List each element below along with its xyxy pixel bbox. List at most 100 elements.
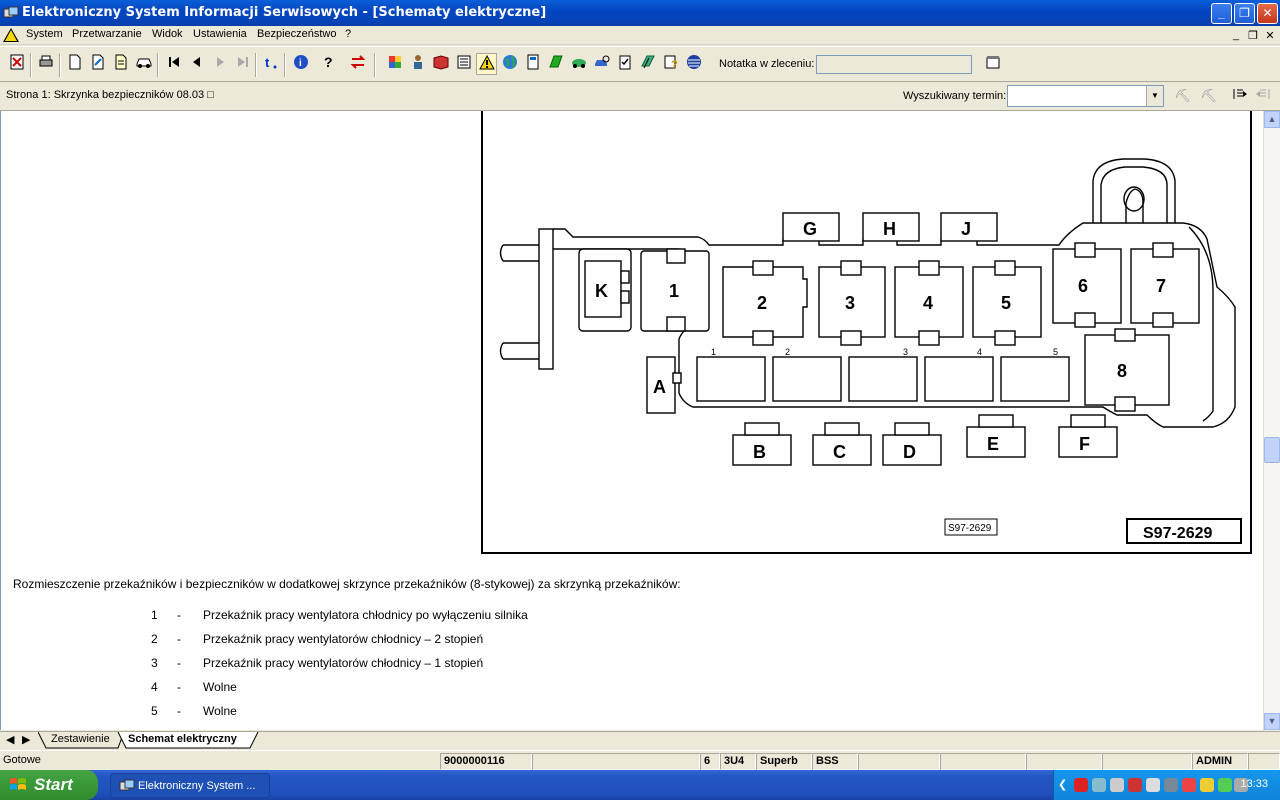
- car-search-icon[interactable]: [591, 53, 612, 75]
- menu-bar: System Przetwarzanie Widok Ustawienia Be…: [0, 26, 1280, 45]
- first-page-icon[interactable]: [163, 53, 184, 75]
- list-item-number: 5: [151, 704, 158, 718]
- menu-widok[interactable]: Widok: [152, 28, 183, 40]
- network-icon[interactable]: [1092, 778, 1106, 792]
- tray-app-icon[interactable]: [1146, 778, 1160, 792]
- signal-icon[interactable]: [1218, 778, 1232, 792]
- car-green-icon[interactable]: [568, 53, 589, 75]
- vehicle-icon[interactable]: [133, 53, 154, 75]
- windows-logo-icon: [10, 778, 26, 790]
- svg-text:t: t: [265, 55, 270, 70]
- relay-4-label: 4: [923, 293, 933, 313]
- order-note-label: Notatka w zleceniu:: [719, 58, 815, 70]
- sync-icon[interactable]: [1164, 778, 1178, 792]
- tree-icon[interactable]: t: [260, 53, 281, 75]
- mdi-close-button[interactable]: ✕: [1262, 29, 1278, 42]
- tab-scroll-left-icon[interactable]: ◀: [6, 733, 14, 746]
- tab-scroll-right-icon[interactable]: ▶: [22, 733, 30, 746]
- book-icon[interactable]: [430, 53, 451, 75]
- toolbar-separator: [157, 53, 159, 77]
- list-item-dash: -: [177, 608, 181, 622]
- relay-6-label: 6: [1078, 276, 1088, 296]
- info-icon[interactable]: i: [290, 53, 311, 75]
- warning-toggle-icon[interactable]: [476, 53, 497, 75]
- search-back-icon[interactable]: ⛏: [1172, 85, 1193, 107]
- svg-text:?: ?: [671, 59, 678, 71]
- tab-schemat-elektryczny[interactable]: Schemat elektryczny: [128, 733, 237, 745]
- relay-8-label: 8: [1117, 361, 1127, 381]
- new-document-icon[interactable]: [64, 53, 85, 75]
- tray-expand-icon[interactable]: ❮: [1058, 778, 1072, 792]
- document-list-icon[interactable]: [110, 53, 131, 75]
- relay-7-label: 7: [1156, 276, 1166, 296]
- last-page-icon[interactable]: [232, 53, 253, 75]
- previous-page-icon[interactable]: [186, 53, 207, 75]
- ati-icon[interactable]: [1074, 778, 1088, 792]
- window-title: Elektroniczny System Informacji Serwisow…: [22, 5, 547, 20]
- prev-match-icon[interactable]: [1229, 85, 1250, 107]
- print-icon[interactable]: [35, 53, 56, 75]
- documents-icon[interactable]: [637, 53, 658, 75]
- globe-icon[interactable]: [499, 53, 520, 75]
- svg-text:i: i: [299, 58, 302, 69]
- connector-a-label: A: [653, 377, 666, 397]
- switch-icon[interactable]: [347, 53, 368, 75]
- modules-icon[interactable]: [384, 53, 405, 75]
- toolbar-separator: [30, 53, 32, 77]
- scroll-up-icon[interactable]: ▲: [1264, 111, 1280, 128]
- next-page-icon[interactable]: [209, 53, 230, 75]
- no-icon[interactable]: [1182, 778, 1196, 792]
- help-icon[interactable]: ?: [318, 53, 339, 75]
- connector-e-label: E: [987, 434, 999, 454]
- scroll-thumb[interactable]: [1264, 437, 1280, 463]
- question-doc-icon[interactable]: ?: [660, 53, 681, 75]
- next-match-icon[interactable]: [1252, 85, 1273, 107]
- mechanic-icon[interactable]: [407, 53, 428, 75]
- maximize-button[interactable]: ❐: [1234, 3, 1255, 24]
- list-item-text: Przekaźnik pracy wentylatorów chłodnicy …: [203, 656, 484, 670]
- menu-help[interactable]: ?: [345, 28, 351, 40]
- tab-zestawienie[interactable]: Zestawienie: [51, 733, 110, 745]
- search-forward-icon[interactable]: ⛏: [1198, 85, 1219, 107]
- close-button[interactable]: ✕: [1257, 3, 1278, 24]
- note-edit-icon[interactable]: [982, 53, 1003, 75]
- clock-tray-icon[interactable]: [1200, 778, 1214, 792]
- chevron-down-icon[interactable]: ▼: [1146, 86, 1163, 106]
- menu-ustawienia[interactable]: Ustawienia: [193, 28, 247, 40]
- usb-icon[interactable]: [1110, 778, 1124, 792]
- list-item-dash: -: [177, 704, 181, 718]
- search-term-label: Wyszukiwany termin:: [903, 90, 1007, 102]
- start-button[interactable]: Start: [0, 770, 98, 800]
- search-term-combobox[interactable]: ▼: [1007, 85, 1164, 107]
- exit-icon[interactable]: [6, 53, 27, 75]
- order-note-field[interactable]: [816, 55, 972, 74]
- mdi-restore-button[interactable]: ❐: [1245, 29, 1261, 42]
- layers-icon[interactable]: [683, 53, 704, 75]
- mdi-minimize-button[interactable]: _: [1228, 29, 1244, 41]
- list-item-number: 2: [151, 632, 158, 646]
- clock: 13:33: [1240, 778, 1268, 790]
- status-field-2: 3U4: [720, 753, 756, 770]
- toolbar-separator: [59, 53, 61, 77]
- document-view[interactable]: K G H J 1 2 3 4 5 6 7 8 A 1 2 3 4 5 B C …: [0, 111, 1263, 730]
- relay-5-label: 5: [1001, 293, 1011, 313]
- menu-system[interactable]: System: [26, 28, 63, 40]
- menu-bezpieczenstwo[interactable]: Bezpieczeństwo: [257, 28, 337, 40]
- scroll-down-icon[interactable]: ▼: [1264, 713, 1280, 730]
- shield-icon[interactable]: [1128, 778, 1142, 792]
- list-item-number: 3: [151, 656, 158, 670]
- vertical-scrollbar[interactable]: ▲ ▼: [1263, 111, 1280, 731]
- list-item-number: 4: [151, 680, 158, 694]
- menu-przetwarzanie[interactable]: Przetwarzanie: [72, 28, 142, 40]
- minimize-button[interactable]: _: [1211, 3, 1232, 24]
- edit-document-icon[interactable]: [87, 53, 108, 75]
- title-bar[interactable]: Elektroniczny System Informacji Serwisow…: [0, 0, 1280, 26]
- calculator-icon[interactable]: [522, 53, 543, 75]
- status-empty-panel: [1102, 753, 1192, 770]
- manual-icon[interactable]: [453, 53, 474, 75]
- green-book-icon[interactable]: [545, 53, 566, 75]
- page-title: Strona 1: Skrzynka bezpieczników 08.03 □: [6, 89, 214, 101]
- checklist-icon[interactable]: [614, 53, 635, 75]
- taskbar-app-button[interactable]: Elektroniczny System ...: [110, 773, 270, 798]
- fuse-3-label: 3: [903, 347, 908, 357]
